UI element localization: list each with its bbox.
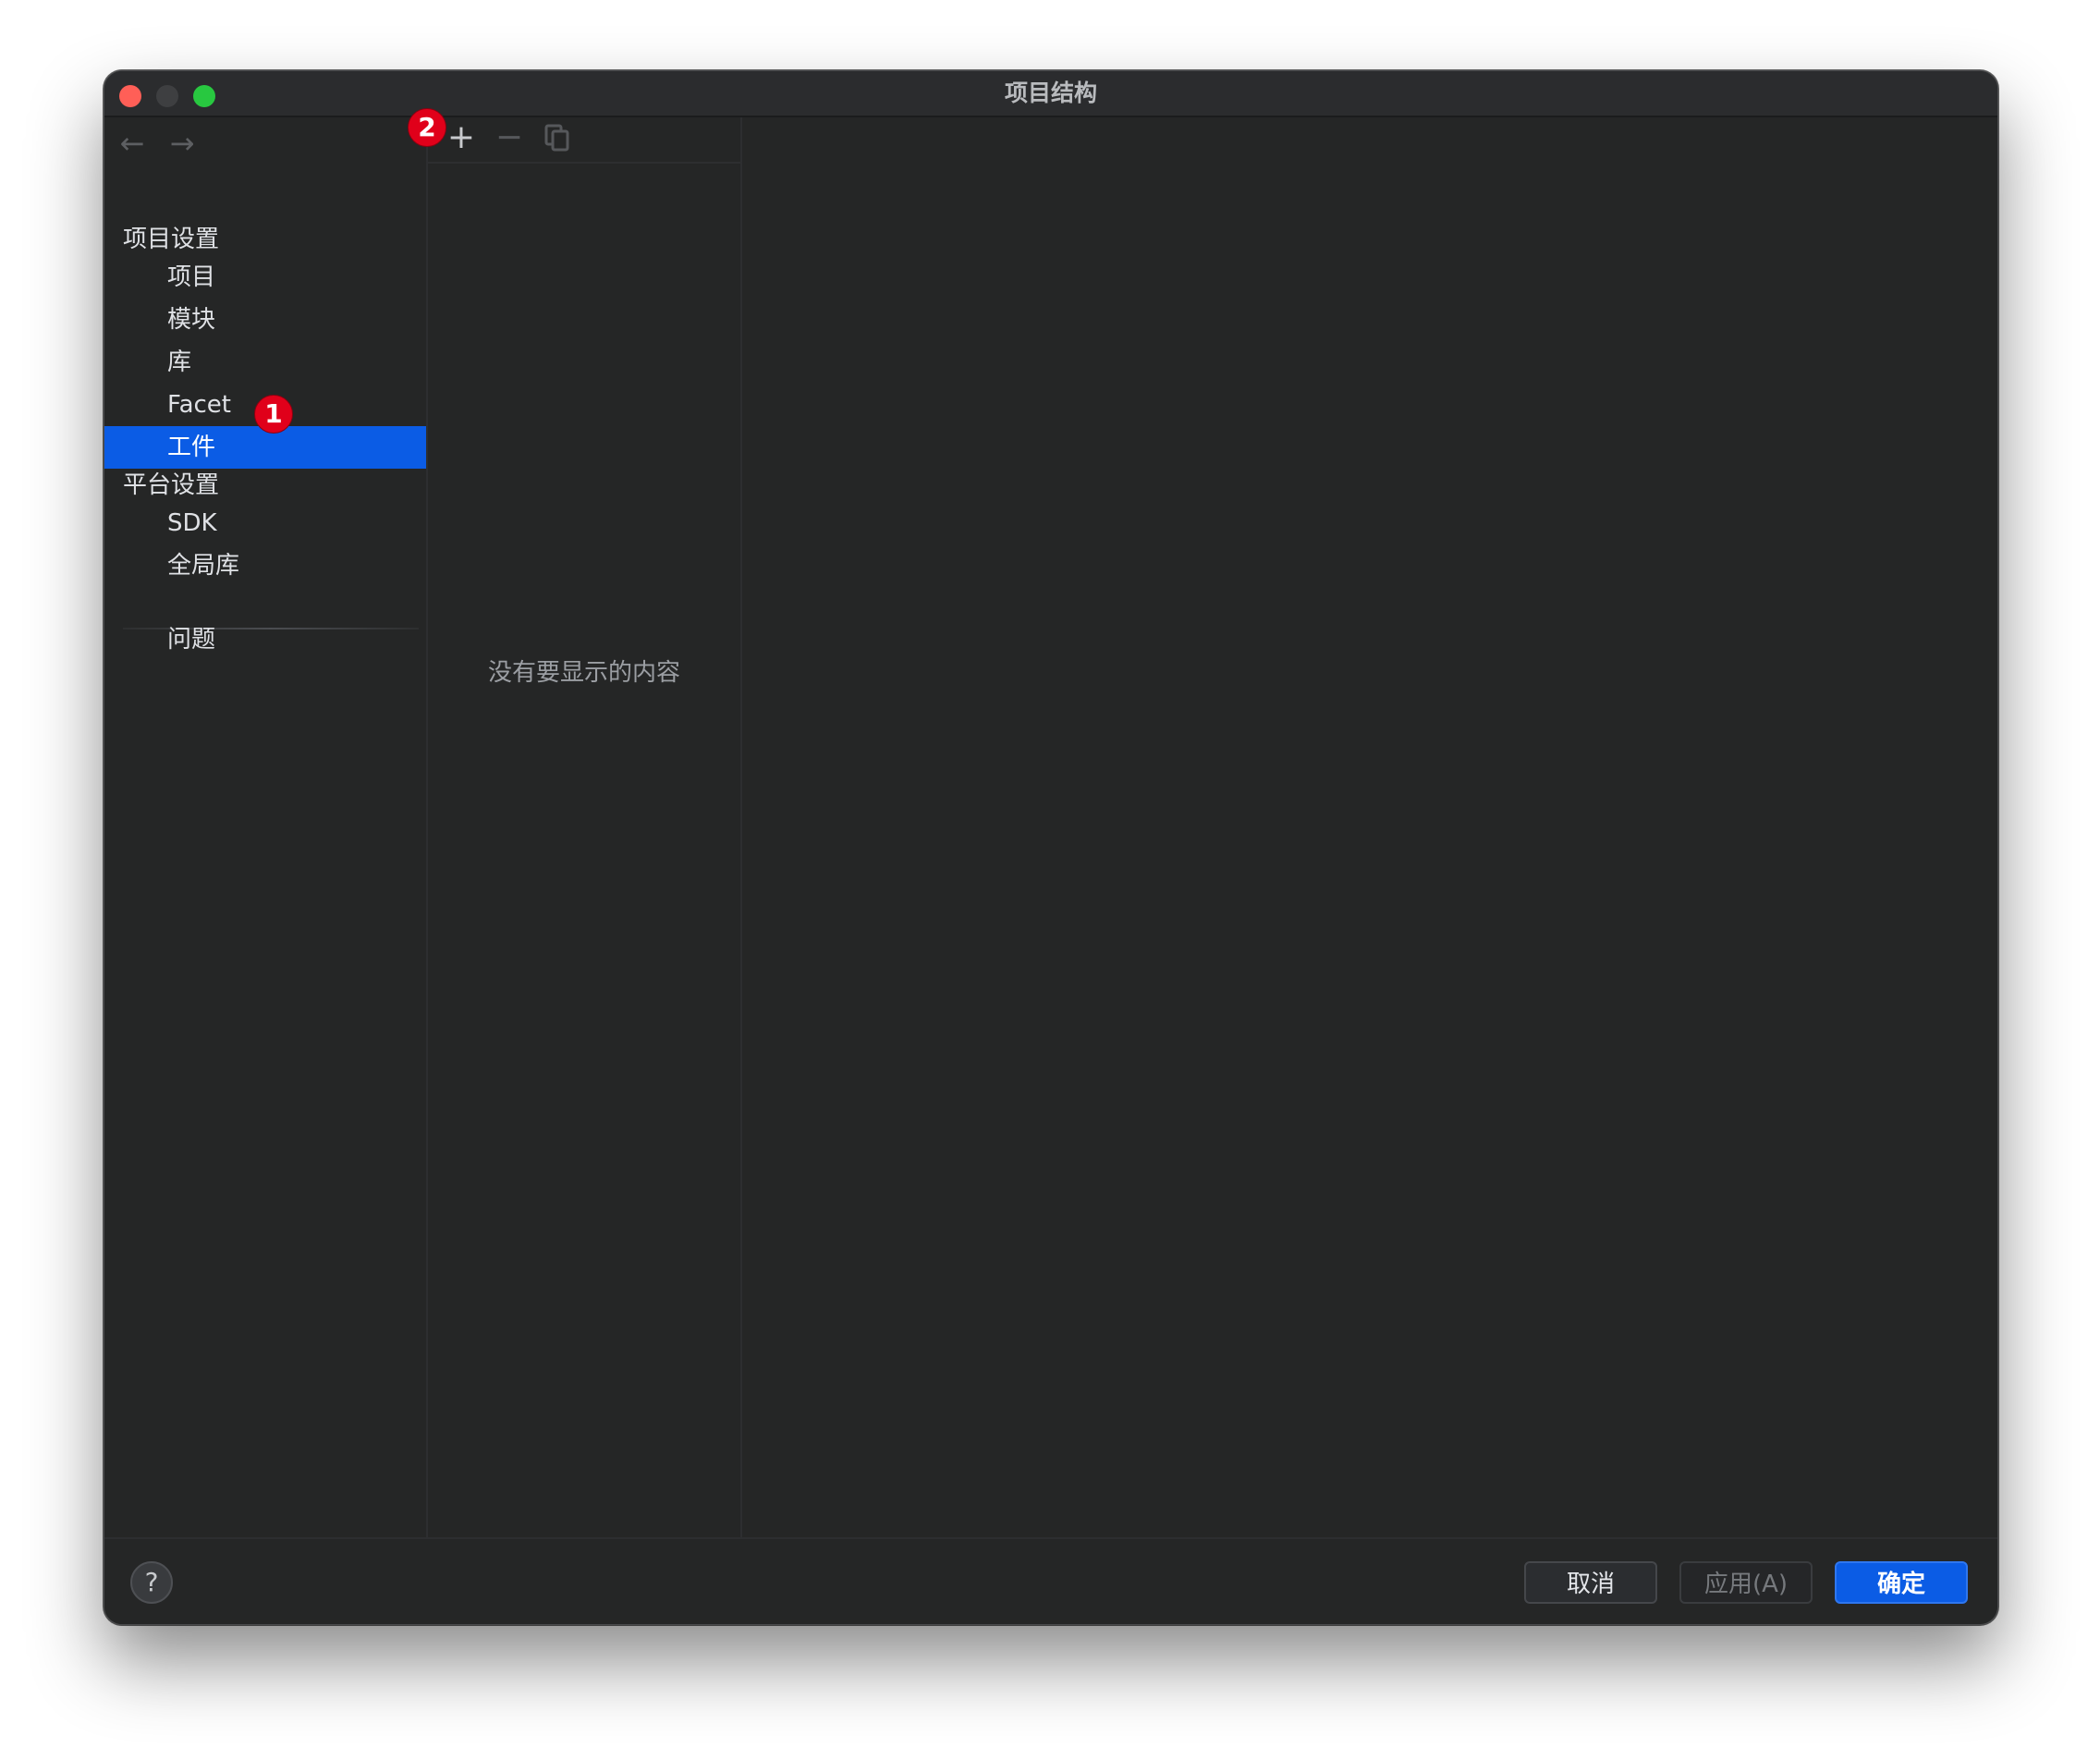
sidebar-item-project[interactable]: 项目 <box>104 256 426 299</box>
sidebar-item-modules[interactable]: 模块 <box>104 299 426 341</box>
window-title: 项目结构 <box>1004 79 1097 106</box>
annotation-badge-2: 2 <box>408 108 446 147</box>
sidebar-item-problems[interactable]: 问题 <box>104 618 426 661</box>
sidebar-item-global-libraries[interactable]: 全局库 <box>104 544 426 587</box>
section-header-platform-settings: 平台设置 <box>123 471 220 499</box>
apply-button[interactable]: 应用(A) <box>1679 1561 1813 1604</box>
sidebar-item-artifacts[interactable]: 工件 <box>104 426 426 469</box>
sidebar-item-label: 模块 <box>167 306 216 334</box>
empty-state-text: 没有要显示的内容 <box>487 659 680 687</box>
help-button[interactable]: ? <box>130 1561 173 1604</box>
sidebar-item-label: 工件 <box>167 434 216 461</box>
forward-arrow-icon[interactable]: → <box>164 125 201 162</box>
copy-icon[interactable] <box>539 119 576 156</box>
title-bar[interactable]: 项目结构 <box>104 71 1997 117</box>
cancel-button[interactable]: 取消 <box>1524 1561 1657 1604</box>
section-header-project-settings: 项目设置 <box>123 226 220 253</box>
add-icon[interactable]: + <box>443 119 480 156</box>
sidebar: ← → 项目设置 项目 模块 库 Facet 工件 平台设置 SDK 全局库 问… <box>104 117 428 1537</box>
remove-icon[interactable]: − <box>491 119 528 156</box>
sidebar-item-label: 库 <box>167 348 192 376</box>
back-arrow-icon[interactable]: ← <box>114 125 151 162</box>
detail-panel <box>742 117 1997 1537</box>
sidebar-item-label: SDK <box>167 509 217 537</box>
artifacts-list-panel: + − 没有要显示的内容 <box>428 117 742 1537</box>
annotation-badge-1: 1 <box>254 395 293 434</box>
ok-button[interactable]: 确定 <box>1835 1561 1968 1604</box>
dialog-footer: ? 取消 应用(A) 确定 <box>104 1537 1997 1624</box>
artifacts-toolbar: + − <box>428 117 740 164</box>
sidebar-item-sdk[interactable]: SDK <box>104 502 426 544</box>
sidebar-item-label: 全局库 <box>167 552 240 580</box>
sidebar-item-libraries[interactable]: 库 <box>104 341 426 384</box>
sidebar-item-label: 问题 <box>167 626 216 654</box>
sidebar-item-label: 项目 <box>167 263 216 291</box>
project-structure-dialog: 项目结构 ← → 项目设置 项目 模块 库 Facet 工件 平台设置 SDK … <box>104 70 1998 1625</box>
sidebar-item-label: Facet <box>167 391 231 419</box>
